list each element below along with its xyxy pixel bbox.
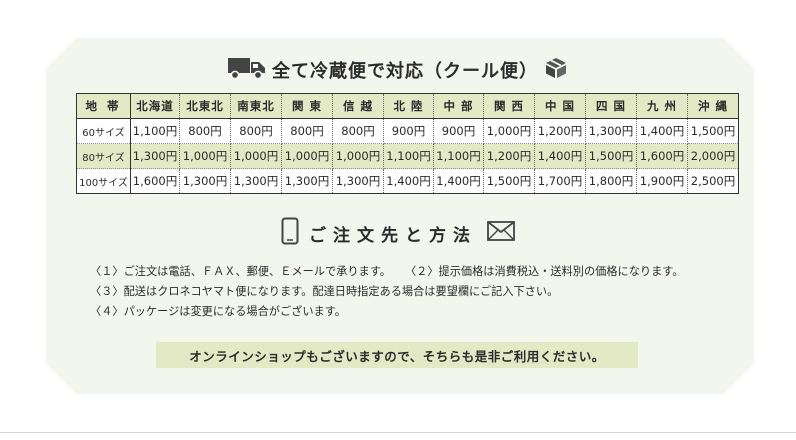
- price-cell: 1,100円: [383, 143, 434, 169]
- region-header: 四 国: [585, 93, 637, 119]
- note-2: 〈２〉提示価格は消費税込・送料別の価格になります。: [404, 265, 684, 278]
- price-cell: 1,300円: [230, 168, 282, 194]
- divider: [0, 432, 796, 433]
- order-method-title-text: ご注文先と方法: [309, 225, 477, 246]
- price-cell: 1,200円: [483, 143, 535, 169]
- region-header: 信 越: [332, 93, 384, 119]
- price-cell: 1,500円: [687, 118, 739, 144]
- price-cell: 800円: [281, 118, 333, 144]
- table-header-row: 地 帯 北海道 北東北 南東北 関 東 信 越 北 陸 中 部 関 西 中 国 …: [76, 93, 739, 119]
- price-cell: 2,500円: [690, 174, 736, 188]
- price-cell: 1,500円: [585, 143, 637, 169]
- region-header: 北 陸: [383, 93, 434, 119]
- price-cell: 1,900円: [636, 168, 688, 194]
- price-cell: 800円: [332, 118, 384, 144]
- price-cell: 1,700円: [534, 168, 586, 194]
- price-cell: 1,300円: [281, 168, 333, 194]
- price-cell: 1,300円: [585, 118, 637, 144]
- price-cell: 1,100円: [433, 143, 484, 169]
- size-label: 100サイズ: [76, 168, 131, 194]
- price-cell: 800円: [179, 118, 231, 144]
- price-cell: 900円: [383, 118, 434, 144]
- shipping-title: 全て冷蔵便で対応（クール便）: [0, 56, 796, 84]
- size-label: 60サイズ: [76, 118, 131, 144]
- order-method-title: ご注文先と方法: [0, 217, 796, 250]
- region-header: 北海道: [130, 93, 180, 119]
- smartphone-icon: [281, 217, 299, 250]
- size-label: 80サイズ: [76, 143, 131, 169]
- price-cell: 1,500円: [483, 168, 535, 194]
- region-header: 南東北: [230, 93, 282, 119]
- price-cell: 1,200円: [534, 118, 586, 144]
- region-header: 中 国: [534, 93, 586, 119]
- region-header: 北東北: [179, 93, 231, 119]
- shipping-rates-table: 地 帯 北海道 北東北 南東北 関 東 信 越 北 陸 中 部 関 西 中 国 …: [76, 93, 739, 194]
- region-header: 中 部: [433, 93, 484, 119]
- price-cell: 1,300円: [130, 143, 180, 169]
- price-cell: 1,400円: [383, 168, 434, 194]
- envelope-icon: [487, 220, 515, 246]
- shipping-title-text: 全て冷蔵便で対応（クール便）: [272, 61, 538, 82]
- price-cell: 1,600円: [130, 168, 180, 194]
- price-cell: 1,600円: [636, 143, 688, 169]
- note-3: 〈３〉配送はクロネコヤマト便になります。配達日時指定ある場合は要望欄にご記入下さ…: [90, 285, 559, 298]
- price-cell: 1,000円: [483, 118, 535, 144]
- region-header: 関 東: [281, 93, 333, 119]
- zone-header: 地 帯: [76, 93, 131, 119]
- note-line: 〈１〉ご注文は電話、ＦＡＸ、郵便、Ｅメールで承ります。 〈２〉提示価格は消費税込・…: [90, 262, 750, 282]
- table-row: 100サイズ 1,600円 1,300円 1,300円 1,300円 1,300…: [76, 168, 739, 194]
- note-1: 〈１〉ご注文は電話、ＦＡＸ、郵便、Ｅメールで承ります。: [90, 265, 391, 278]
- price-cell: 1,100円: [130, 118, 180, 144]
- order-notes: 〈１〉ご注文は電話、ＦＡＸ、郵便、Ｅメールで承ります。 〈２〉提示価格は消費税込・…: [90, 262, 750, 322]
- box-icon: [544, 56, 568, 85]
- price-cell: 1,300円: [332, 168, 384, 194]
- price-cell: 1,400円: [636, 118, 688, 144]
- truck-icon: [228, 56, 266, 85]
- price-cell: 900円: [433, 118, 484, 144]
- region-header: 九 州: [636, 93, 688, 119]
- online-shop-banner: オンラインショップもございますので、そちらも是非ご利用ください。: [156, 342, 638, 368]
- note-4: 〈４〉パッケージは変更になる場合がございます。: [90, 305, 346, 318]
- price-cell: 800円: [230, 118, 282, 144]
- table-row: 80サイズ 1,300円 1,000円 1,000円 1,000円 1,000円…: [76, 143, 739, 169]
- price-cell: 1,400円: [433, 168, 484, 194]
- price-cell: 1,000円: [179, 143, 231, 169]
- price-cell: 2,000円: [687, 143, 739, 169]
- price-cell: 1,400円: [534, 143, 586, 169]
- price-cell: 1,000円: [281, 143, 333, 169]
- online-shop-banner-text: オンラインショップもございますので、そちらも是非ご利用ください。: [189, 348, 605, 364]
- price-cell: 1,800円: [585, 168, 637, 194]
- region-header: 沖 縄: [687, 93, 739, 119]
- table-row: 60サイズ 1,100円 800円 800円 800円 800円 900円 90…: [76, 118, 739, 144]
- price-cell: 1,000円: [230, 143, 282, 169]
- content-panel: [46, 38, 754, 394]
- price-cell: 1,000円: [332, 143, 384, 169]
- region-header: 関 西: [483, 93, 535, 119]
- price-cell: 1,300円: [179, 168, 231, 194]
